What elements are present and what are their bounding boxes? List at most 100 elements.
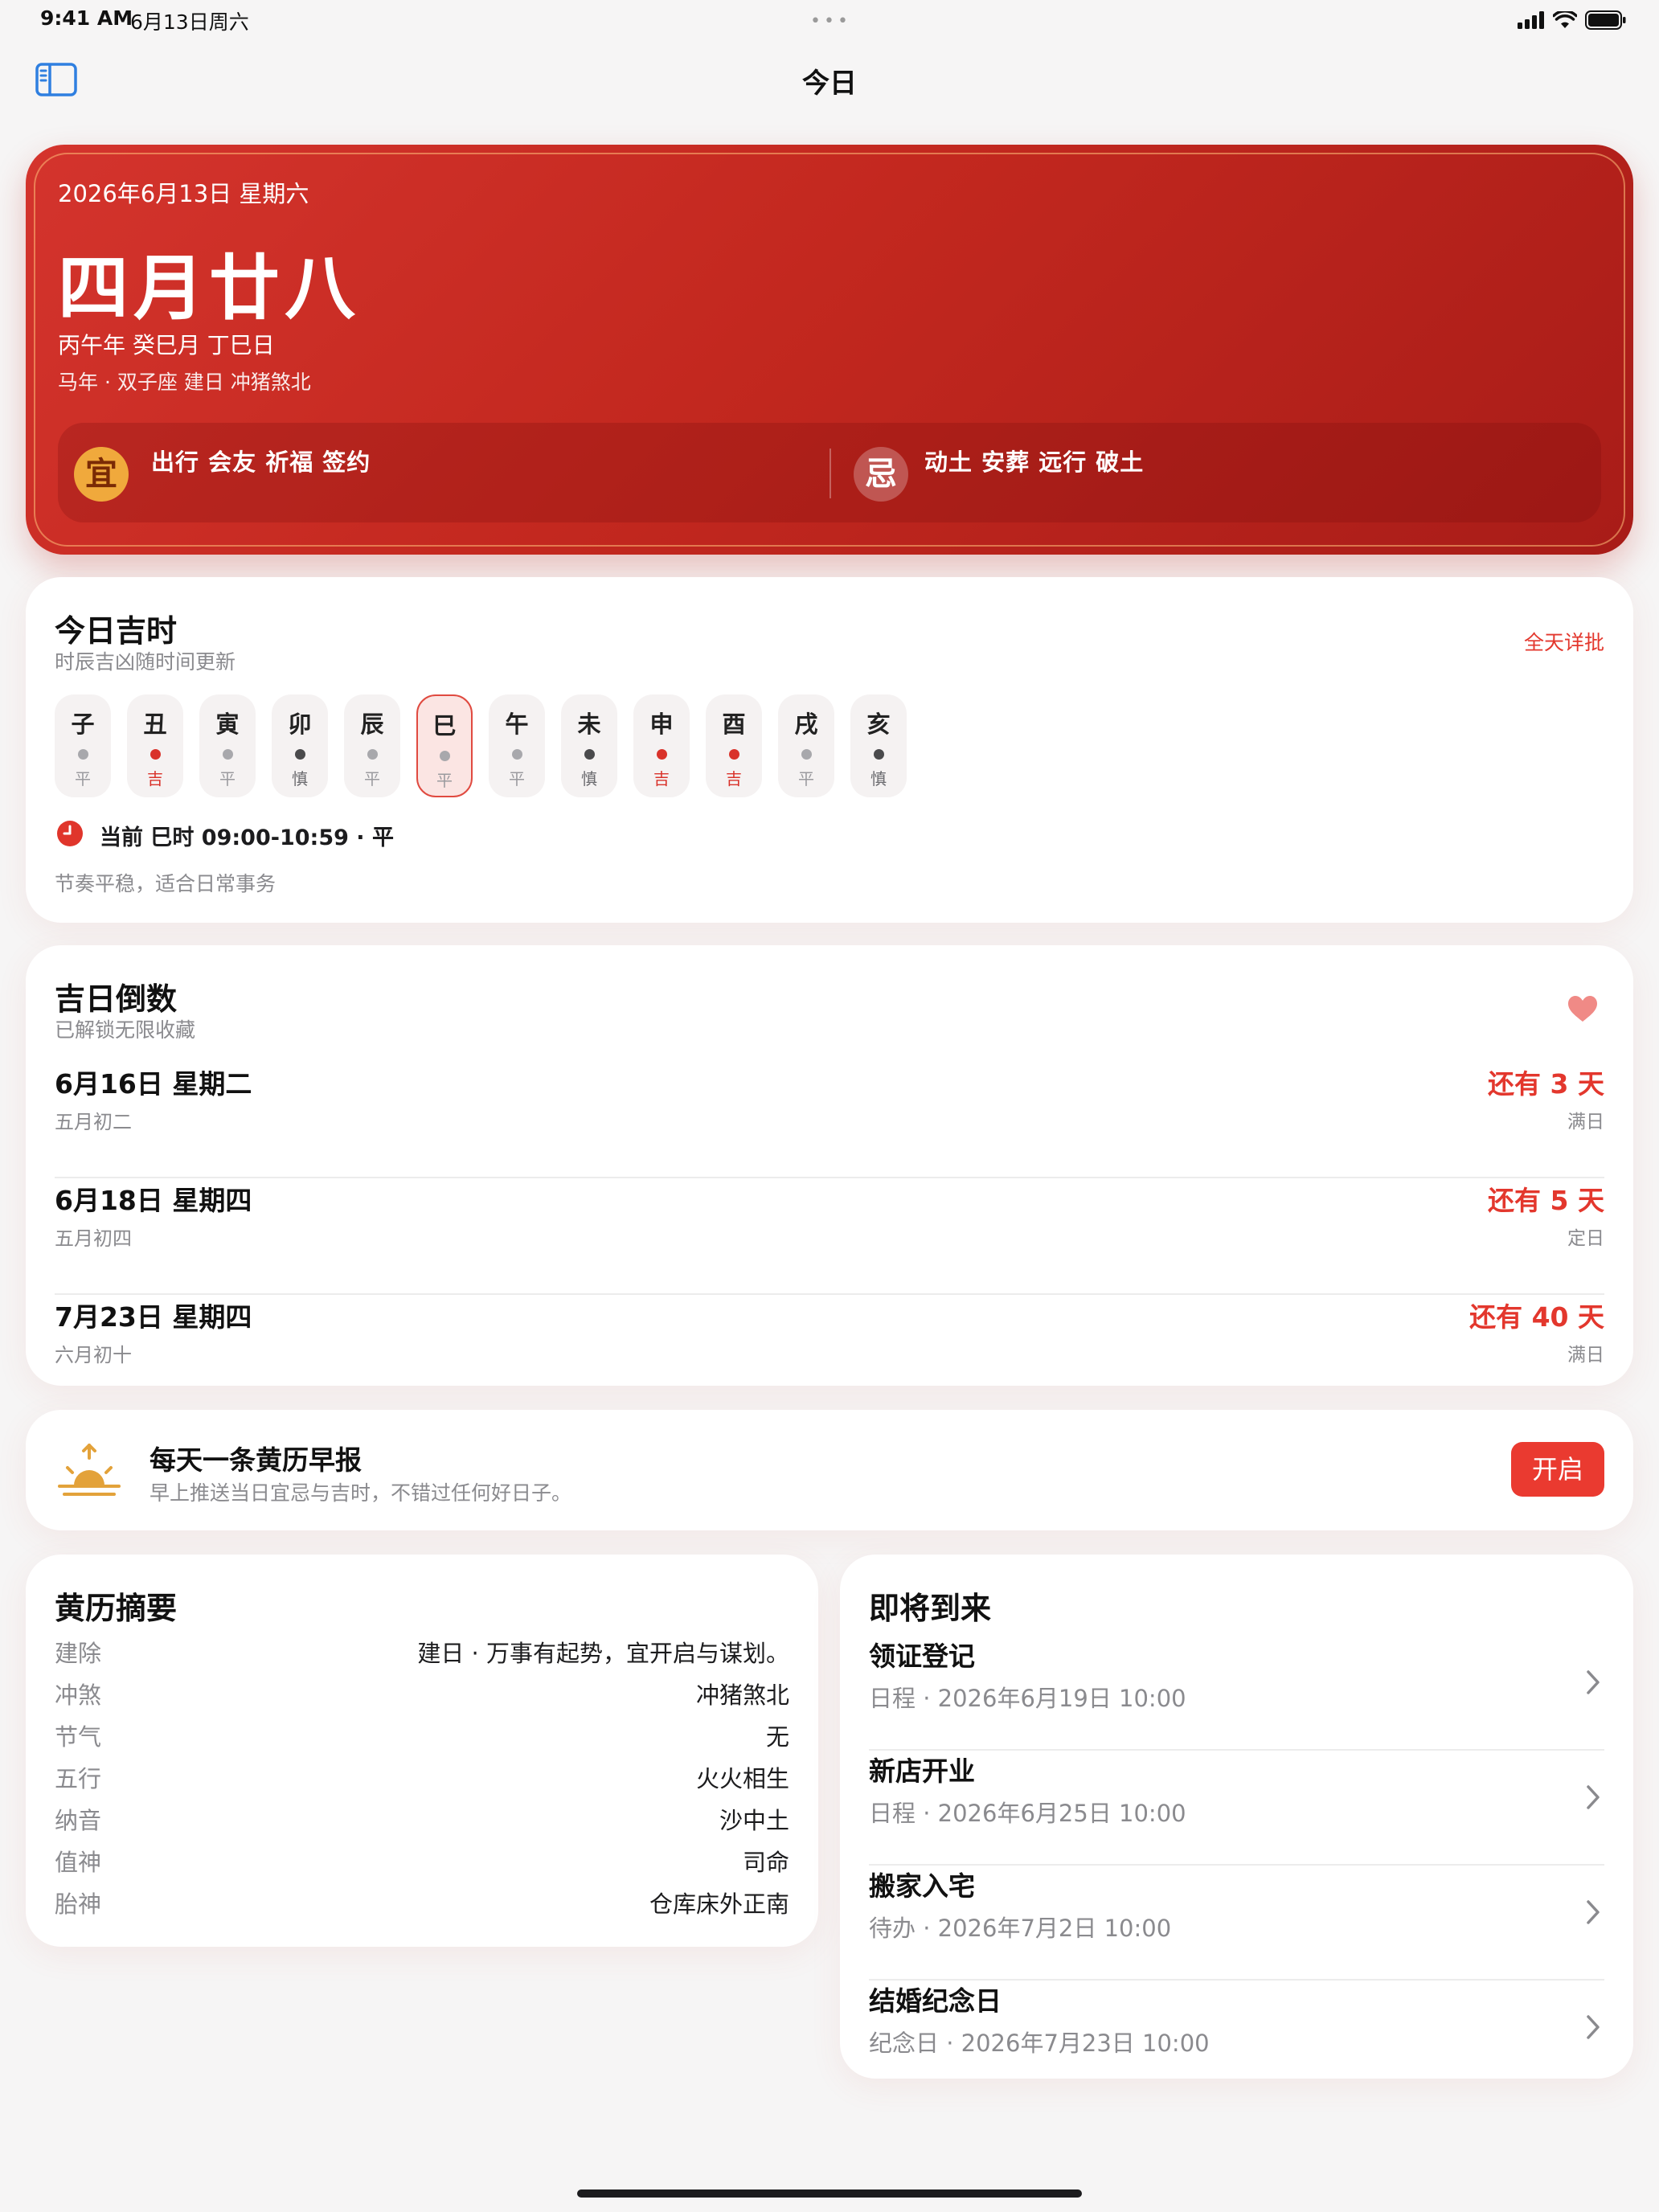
summary-row: 建除 建日 · 万事有起势，宜开启与谋划。 (55, 1635, 789, 1677)
hour-status-dot (801, 749, 812, 760)
days-left: 还有 5 天 (1488, 1185, 1604, 1216)
countdown-lunar: 五月初四 (55, 1227, 132, 1250)
hour-chip[interactable]: 午平 (489, 694, 545, 797)
hour-level: 慎 (581, 769, 597, 789)
status-date: 6月13日周六 (130, 10, 249, 34)
full-day-detail-link[interactable]: 全天详批 (1524, 627, 1604, 656)
multitasking-dots[interactable]: ••• (810, 11, 851, 31)
hour-chip[interactable]: 申吉 (633, 694, 690, 797)
upcoming-item[interactable]: 新店开业 日程 · 2026年6月25日 10:00 (869, 1750, 1604, 1866)
summary-value: 沙中土 (719, 1807, 789, 1834)
countdown-item[interactable]: 6月16日 星期二 五月初二 还有 3 天 满日 (55, 1063, 1604, 1178)
summary-row: 节气 无 (55, 1718, 789, 1760)
hour-chip[interactable]: 亥慎 (850, 694, 907, 797)
hour-chip[interactable]: 丑吉 (127, 694, 183, 797)
yi-badge: 宜 (74, 447, 129, 502)
days-left: 还有 40 天 (1469, 1301, 1604, 1333)
summary-value: 司命 (742, 1849, 789, 1876)
hour-level: 吉 (147, 769, 163, 789)
hour-status-dot (222, 749, 233, 760)
hour-chip[interactable]: 戌平 (778, 694, 834, 797)
lunar-date: 四月廿八 (58, 247, 361, 330)
hour-name: 午 (505, 711, 529, 738)
lucky-day-countdown-card: 吉日倒数 已解锁无限收藏 6月16日 星期二 五月初二 还有 3 天 满日 6月… (26, 945, 1633, 1386)
summary-row: 纳音 沙中土 (55, 1802, 789, 1844)
countdown-item[interactable]: 6月18日 星期四 五月初四 还有 5 天 定日 (55, 1179, 1604, 1295)
row-divider (55, 1177, 1604, 1178)
summary-key: 纳音 (55, 1807, 102, 1834)
event-subtitle: 日程 · 2026年6月25日 10:00 (869, 1800, 1186, 1827)
summary-value: 仓库床外正南 (649, 1890, 789, 1918)
summary-value: 火火相生 (695, 1765, 789, 1792)
summary-key: 值神 (55, 1849, 102, 1876)
home-indicator[interactable] (577, 2189, 1082, 2198)
hour-level: 吉 (726, 769, 742, 789)
summary-row: 值神 司命 (55, 1844, 789, 1886)
hour-chip[interactable]: 辰平 (344, 694, 400, 797)
heart-icon[interactable] (1567, 995, 1598, 1022)
card-subtitle: 时辰吉凶随时间更新 (55, 650, 236, 674)
ji-activities: 动土 安葬 远行 破土 (924, 449, 1145, 476)
hour-level: 平 (75, 769, 91, 789)
hour-status-dot (367, 749, 378, 760)
hour-status-dot (873, 749, 884, 760)
summary-value: 无 (765, 1723, 789, 1751)
hour-name: 酉 (722, 711, 746, 738)
hour-chip[interactable]: 卯慎 (272, 694, 328, 797)
hour-chip[interactable]: 巳平 (416, 694, 473, 797)
summary-value: 冲猪煞北 (695, 1682, 789, 1709)
hour-name: 申 (649, 711, 674, 738)
status-time: 9:41 AM (40, 6, 133, 30)
cellular-signal-icon (1518, 11, 1544, 29)
upcoming-item[interactable]: 结婚纪念日 纪念日 · 2026年7月23日 10:00 (869, 1980, 1604, 2095)
wifi-icon (1553, 11, 1577, 28)
enable-button[interactable]: 开启 (1511, 1442, 1604, 1497)
countdown-date: 6月18日 星期四 (55, 1185, 252, 1216)
page-title: 今日 (802, 68, 857, 100)
hour-status-dot (77, 749, 88, 760)
sunrise-icon (56, 1444, 122, 1497)
clock-icon (56, 820, 84, 847)
hour-chips: 子平丑吉寅平卯慎辰平巳平午平未慎申吉酉吉戌平亥慎 (55, 694, 907, 797)
summary-key: 冲煞 (55, 1682, 102, 1709)
summary-key: 建除 (55, 1640, 102, 1667)
card-title: 吉日倒数 (55, 981, 178, 1017)
card-title: 今日吉时 (55, 613, 178, 649)
countdown-lunar: 六月初十 (55, 1344, 132, 1366)
countdown-date: 6月16日 星期二 (55, 1068, 252, 1100)
hour-level: 慎 (870, 769, 887, 789)
almanac-summary-card: 黄历摘要 建除 建日 · 万事有起势，宜开启与谋划。 冲煞 冲猪煞北 节气 无 … (26, 1555, 818, 1947)
summary-key: 五行 (55, 1765, 102, 1792)
countdown-item[interactable]: 7月23日 星期四 六月初十 还有 40 天 满日 (55, 1296, 1604, 1411)
upcoming-item[interactable]: 搬家入宅 待办 · 2026年7月2日 10:00 (869, 1865, 1604, 1981)
event-title: 搬家入宅 (869, 1870, 975, 1902)
hour-status-dot (656, 749, 667, 760)
countdown-lunar: 五月初二 (55, 1111, 132, 1133)
hour-chip[interactable]: 未慎 (561, 694, 617, 797)
hour-status-dot (728, 749, 739, 760)
card-subtitle: 已解锁无限收藏 (55, 1018, 196, 1042)
hour-level: 平 (436, 771, 453, 790)
chevron-right-icon (1587, 1670, 1600, 1694)
hour-chip[interactable]: 子平 (55, 694, 111, 797)
hour-name: 子 (71, 711, 95, 738)
event-title: 结婚纪念日 (869, 1985, 1002, 2017)
card-title: 黄历摘要 (55, 1591, 178, 1626)
yi-ji-divider (830, 449, 831, 498)
hour-name: 辰 (360, 711, 384, 738)
chevron-right-icon (1587, 1785, 1600, 1809)
summary-row: 五行 火火相生 (55, 1760, 789, 1802)
upcoming-item[interactable]: 领证登记 日程 · 2026年6月19日 10:00 (869, 1635, 1604, 1751)
yi-activities: 出行 会友 祈福 签约 (151, 449, 371, 476)
hour-chip[interactable]: 酉吉 (706, 694, 762, 797)
days-left: 还有 3 天 (1488, 1068, 1604, 1100)
hour-status-dot (150, 749, 161, 760)
event-title: 新店开业 (869, 1755, 975, 1787)
card-title: 即将到来 (869, 1591, 992, 1626)
current-hour-text: 当前 巳时 09:00-10:59 · 平 (100, 825, 394, 850)
hour-chip[interactable]: 寅平 (199, 694, 256, 797)
hour-name: 亥 (866, 711, 891, 738)
hour-name: 丑 (143, 711, 167, 738)
today-hero-card[interactable]: 2026年6月13日 星期六 四月廿八 丙午年 癸巳月 丁巳日 马年 · 双子座… (26, 145, 1633, 555)
upcoming-events-card: 即将到来 领证登记 日程 · 2026年6月19日 10:00 新店开业 日程 … (840, 1555, 1633, 2079)
